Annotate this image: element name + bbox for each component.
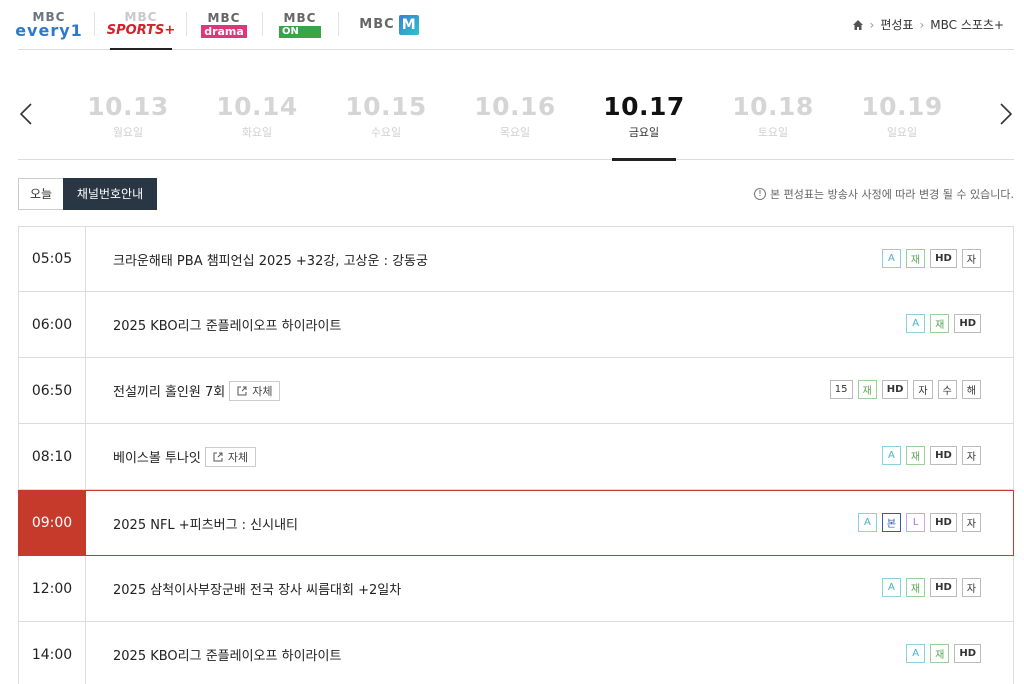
date-tab-1015[interactable]: 10.15 수요일 <box>336 92 436 140</box>
program-badges: A 재 HD 자 <box>881 446 981 465</box>
badge-rerun: 재 <box>905 249 926 268</box>
program-title[interactable]: 베이스볼 투나잇 <box>113 447 201 466</box>
badge-audio: A <box>857 513 877 532</box>
badge-rerun: 재 <box>930 644 950 663</box>
prev-week-arrow-icon[interactable] <box>18 100 38 128</box>
badge-rerun: 재 <box>905 578 926 597</box>
program-badges: A 재 HD <box>906 644 981 663</box>
program-time: 06:50 <box>19 358 86 423</box>
schedule-table: 05:05 크라운해태 PBA 챔피언십 2025 +32강, 고상운 : 강동… <box>18 226 1014 684</box>
badge-audio: A <box>881 249 901 268</box>
date-tab-1018[interactable]: 10.18 토요일 <box>723 92 823 140</box>
divider <box>262 12 263 36</box>
today-button[interactable]: 오늘 <box>18 178 64 210</box>
program-time: 09:00 <box>19 491 86 555</box>
breadcrumb-separator: › <box>869 17 875 32</box>
schedule-row[interactable]: 12:00 2025 삼척이사부장군배 전국 장사 씨름대회 +2일차 A 재 … <box>18 556 1014 622</box>
channel-bar: MBC every1 MBC SPORTS+ MBC drama MBC ON … <box>15 0 1014 50</box>
breadcrumb: › 편성표 › MBC 스포츠+ <box>852 16 1004 33</box>
badge-hd: HD <box>954 314 981 333</box>
program-title[interactable]: 2025 KBO리그 준플레이오프 하이라이트 <box>113 645 341 664</box>
badge-subtitle: 자 <box>961 513 981 532</box>
home-icon[interactable] <box>852 19 864 31</box>
date-tab-1016[interactable]: 10.16 목요일 <box>465 92 565 140</box>
program-time: 06:00 <box>19 292 86 357</box>
divider <box>338 12 339 36</box>
badge-rerun: 재 <box>905 446 926 465</box>
date-navigation: 10.13 월요일 10.14 화요일 10.15 수요일 10.16 목요일 … <box>18 84 1014 161</box>
program-time: 05:05 <box>19 227 86 291</box>
badge-hd: HD <box>930 578 957 597</box>
info-icon: ! <box>754 188 766 200</box>
schedule-row[interactable]: 14:00 2025 KBO리그 준플레이오프 하이라이트 A 재 HD <box>18 622 1014 684</box>
date-tab-1019[interactable]: 10.19 일요일 <box>852 92 952 140</box>
badge-subtitle: 자 <box>961 446 981 465</box>
badge-hd: HD <box>930 249 957 268</box>
program-title[interactable]: 2025 NFL +피츠버그 : 신시내티 <box>113 514 298 533</box>
breadcrumb-schedule[interactable]: 편성표 <box>880 16 913 33</box>
badge-live: L <box>906 513 926 532</box>
badge-age-rating: 15 <box>829 380 853 399</box>
breadcrumb-separator: › <box>919 17 925 32</box>
external-link-icon <box>237 386 247 395</box>
channel-logo-sports-plus[interactable]: MBC SPORTS+ <box>107 10 176 40</box>
badge-audio: A <box>881 446 901 465</box>
badge-hd: HD <box>881 380 909 399</box>
active-channel-indicator <box>110 48 172 50</box>
badge-sign-language: 수 <box>937 380 957 399</box>
schedule-row[interactable]: 08:10 베이스볼 투나잇 자체 A 재 HD 자 <box>18 424 1014 490</box>
channel-logo-every1[interactable]: MBC every1 <box>15 10 82 40</box>
program-badges: A 재 HD 자 <box>881 249 981 268</box>
badge-audio: A <box>881 578 901 597</box>
program-time: 14:00 <box>19 622 86 684</box>
channel-logo-on[interactable]: MBC ON <box>278 10 322 40</box>
external-link-icon <box>213 452 223 461</box>
schedule-row[interactable]: 06:50 전설끼리 홀인원 7회 자체 15 재 HD 자 수 해 <box>18 358 1014 424</box>
schedule-row-live[interactable]: 09:00 2025 NFL +피츠버그 : 신시내티 A 본 L HD 자 <box>18 490 1014 556</box>
badge-rerun: 재 <box>857 380 877 399</box>
schedule-row[interactable]: 06:00 2025 KBO리그 준플레이오프 하이라이트 A 재 HD <box>18 292 1014 358</box>
next-week-arrow-icon[interactable] <box>994 100 1014 128</box>
date-tab-1017-active[interactable]: 10.17 금요일 <box>594 92 694 161</box>
schedule-notice: ! 본 편성표는 방송사 사정에 따라 변경 될 수 있습니다. <box>754 186 1014 202</box>
badge-original: 본 <box>881 513 902 532</box>
program-badges: A 재 HD <box>906 314 981 333</box>
badge-hd: HD <box>930 446 957 465</box>
divider <box>186 12 187 36</box>
self-link-button[interactable]: 자체 <box>229 380 281 401</box>
breadcrumb-channel[interactable]: MBC 스포츠+ <box>930 16 1004 33</box>
badge-audio: A <box>906 644 926 663</box>
self-link-button[interactable]: 자체 <box>204 446 257 467</box>
program-time: 12:00 <box>19 556 86 621</box>
badge-subtitle: 자 <box>961 578 981 597</box>
date-tab-1013[interactable]: 10.13 월요일 <box>78 92 178 140</box>
program-title[interactable]: 전설끼리 홀인원 7회 <box>113 381 225 400</box>
program-title[interactable]: 2025 삼척이사부장군배 전국 장사 씨름대회 +2일차 <box>113 579 401 598</box>
badge-subtitle: 자 <box>913 380 933 399</box>
program-title[interactable]: 2025 KBO리그 준플레이오프 하이라이트 <box>113 315 341 334</box>
badge-audio: A <box>906 314 926 333</box>
badge-rerun: 재 <box>930 314 950 333</box>
badge-hd: HD <box>930 513 957 532</box>
date-tab-1014[interactable]: 10.14 화요일 <box>207 92 307 140</box>
program-title[interactable]: 크라운해태 PBA 챔피언십 2025 +32강, 고상운 : 강동궁 <box>113 250 428 269</box>
channel-logo-m[interactable]: MBC M <box>354 10 424 40</box>
badge-hd: HD <box>954 644 981 663</box>
program-badges: A 본 L HD 자 <box>857 513 981 532</box>
channel-logo-drama[interactable]: MBC drama <box>201 10 247 40</box>
program-badges: A 재 HD 자 <box>881 578 981 597</box>
badge-subtitle: 자 <box>961 249 981 268</box>
channel-guide-button[interactable]: 채널번호안내 <box>63 178 157 210</box>
schedule-row[interactable]: 05:05 크라운해태 PBA 챔피언십 2025 +32강, 고상운 : 강동… <box>18 226 1014 292</box>
badge-commentary: 해 <box>961 380 981 399</box>
program-time: 08:10 <box>19 424 86 489</box>
program-badges: 15 재 HD 자 수 해 <box>829 380 981 399</box>
divider <box>94 12 95 36</box>
